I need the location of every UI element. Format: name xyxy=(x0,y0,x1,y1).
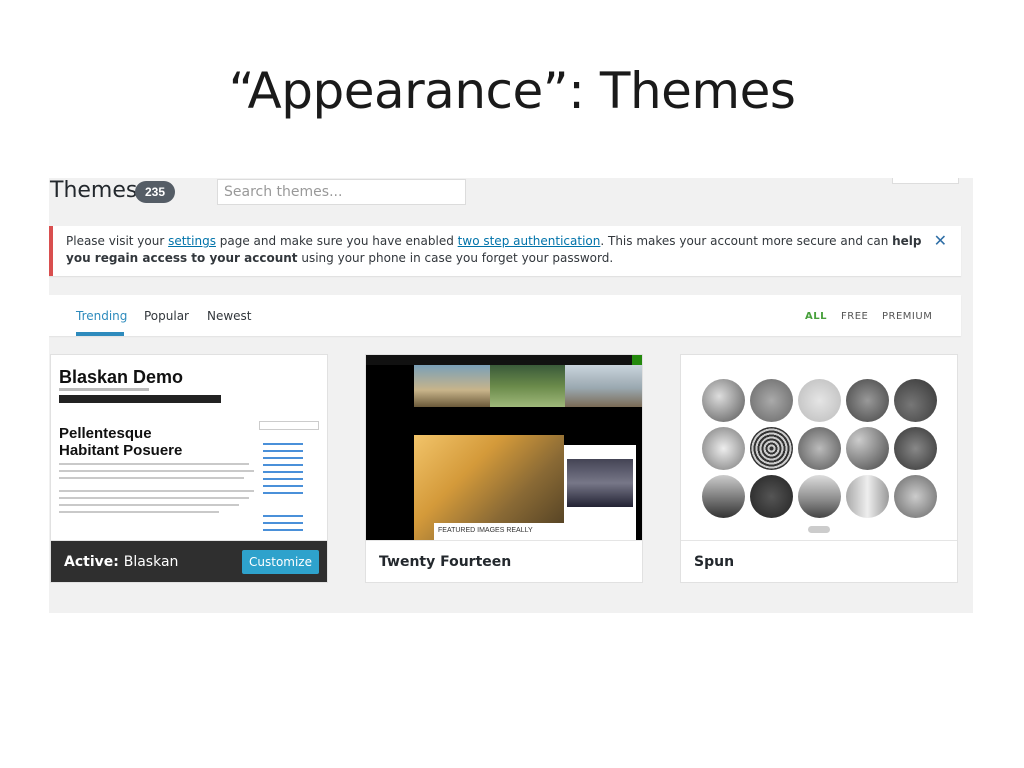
preview-circle xyxy=(894,379,937,422)
preview-circle xyxy=(702,427,745,470)
active-tab-indicator xyxy=(76,332,124,336)
notice-text: page and make sure you have enabled xyxy=(215,234,458,248)
preview-image xyxy=(414,365,490,407)
preview-search-icon xyxy=(632,355,642,365)
theme-name: Active: Blaskan xyxy=(64,554,178,570)
preview-link xyxy=(263,471,303,473)
theme-card-bar: Active: Blaskan Customize xyxy=(51,540,327,582)
preview-search xyxy=(259,421,319,430)
theme-name-text: Blaskan xyxy=(123,554,179,570)
search-themes-input[interactable]: Search themes... xyxy=(217,179,466,205)
theme-card-twenty-fourteen[interactable]: FEATURED IMAGES REALLY Twenty Fourteen xyxy=(365,354,643,583)
preview-nav xyxy=(366,355,642,365)
preview-video xyxy=(567,459,633,507)
close-icon[interactable]: ✕ xyxy=(934,232,947,249)
preview-circle xyxy=(798,379,841,422)
preview-text-line xyxy=(59,511,219,513)
theme-card-spun[interactable]: Spun xyxy=(680,354,958,583)
active-label: Active: xyxy=(64,554,119,570)
preview-site-title: Blaskan Demo xyxy=(59,367,184,387)
preview-text-line xyxy=(59,463,249,465)
themes-screen: Themes 235 Search themes... Please visit… xyxy=(49,178,973,613)
filter-all[interactable]: ALL xyxy=(805,311,827,322)
preview-link xyxy=(263,529,303,531)
preview-nav xyxy=(59,395,221,403)
theme-name: Twenty Fourteen xyxy=(379,554,512,570)
theme-card-bar: Spun xyxy=(681,540,957,582)
theme-filter-bar: Trending Popular Newest ALL FREE PREMIUM xyxy=(49,295,961,336)
theme-name: Spun xyxy=(694,554,735,570)
settings-link[interactable]: settings xyxy=(168,234,216,248)
preview-circle xyxy=(798,475,841,518)
preview-headline: Pellentesque Habitant Posuere xyxy=(59,425,182,459)
preview-link xyxy=(263,522,303,524)
preview-text-line xyxy=(59,497,249,499)
preview-text-line xyxy=(59,504,239,506)
theme-screenshot: Blaskan Demo Pellentesque Habitant Posue… xyxy=(51,355,327,540)
preview-circle xyxy=(846,379,889,422)
security-notice: Please visit your settings page and make… xyxy=(49,226,961,276)
tab-popular[interactable]: Popular xyxy=(144,309,189,323)
preview-headline-line: Habitant Posuere xyxy=(59,442,183,459)
theme-card-bar: Twenty Fourteen xyxy=(366,540,642,582)
preview-link xyxy=(263,515,303,517)
preview-circle xyxy=(702,379,745,422)
preview-circle xyxy=(750,379,793,422)
theme-count-badge: 235 xyxy=(135,181,175,203)
preview-circle xyxy=(798,427,841,470)
notice-text: . This makes your account more secure an… xyxy=(600,234,893,248)
theme-screenshot xyxy=(681,355,957,540)
notice-text: using your phone in case you forget your… xyxy=(297,251,614,265)
preview-circle xyxy=(750,475,793,518)
page-title: Themes xyxy=(50,178,138,203)
preview-headline-line: Pellentesque xyxy=(59,425,152,442)
preview-link xyxy=(263,450,303,452)
tab-newest[interactable]: Newest xyxy=(207,309,252,323)
preview-text-line xyxy=(59,477,244,479)
preview-text-line xyxy=(59,490,254,492)
theme-card-blaskan[interactable]: Blaskan Demo Pellentesque Habitant Posue… xyxy=(50,354,328,583)
preview-pager xyxy=(808,526,830,533)
theme-screenshot: FEATURED IMAGES REALLY xyxy=(366,355,642,540)
preview-featured-caption: FEATURED IMAGES REALLY xyxy=(434,523,564,540)
preview-text-line xyxy=(59,470,254,472)
slide-title: “Appearance”: Themes xyxy=(228,62,796,120)
preview-link xyxy=(263,478,303,480)
customize-button[interactable]: Customize xyxy=(242,550,319,574)
preview-tagline xyxy=(59,388,149,391)
preview-circle xyxy=(894,427,937,470)
preview-circle xyxy=(846,427,889,470)
tab-trending[interactable]: Trending xyxy=(76,309,127,323)
preview-circle xyxy=(846,475,889,518)
preview-sidebar xyxy=(366,365,414,540)
header-corner-control[interactable] xyxy=(892,178,959,184)
preview-circle xyxy=(750,427,793,470)
preview-image xyxy=(490,365,565,407)
preview-circle xyxy=(894,475,937,518)
themes-header: Themes 235 Search themes... xyxy=(49,178,973,208)
preview-link xyxy=(263,443,303,445)
preview-link xyxy=(263,464,303,466)
notice-text: Please visit your xyxy=(66,234,169,248)
two-step-auth-link[interactable]: two step authentication xyxy=(458,234,601,248)
filter-premium[interactable]: PREMIUM xyxy=(882,311,932,322)
preview-link xyxy=(263,457,303,459)
filter-free[interactable]: FREE xyxy=(841,311,868,322)
preview-image xyxy=(565,365,642,407)
preview-circle xyxy=(702,475,745,518)
preview-link xyxy=(263,492,303,494)
preview-link xyxy=(263,485,303,487)
